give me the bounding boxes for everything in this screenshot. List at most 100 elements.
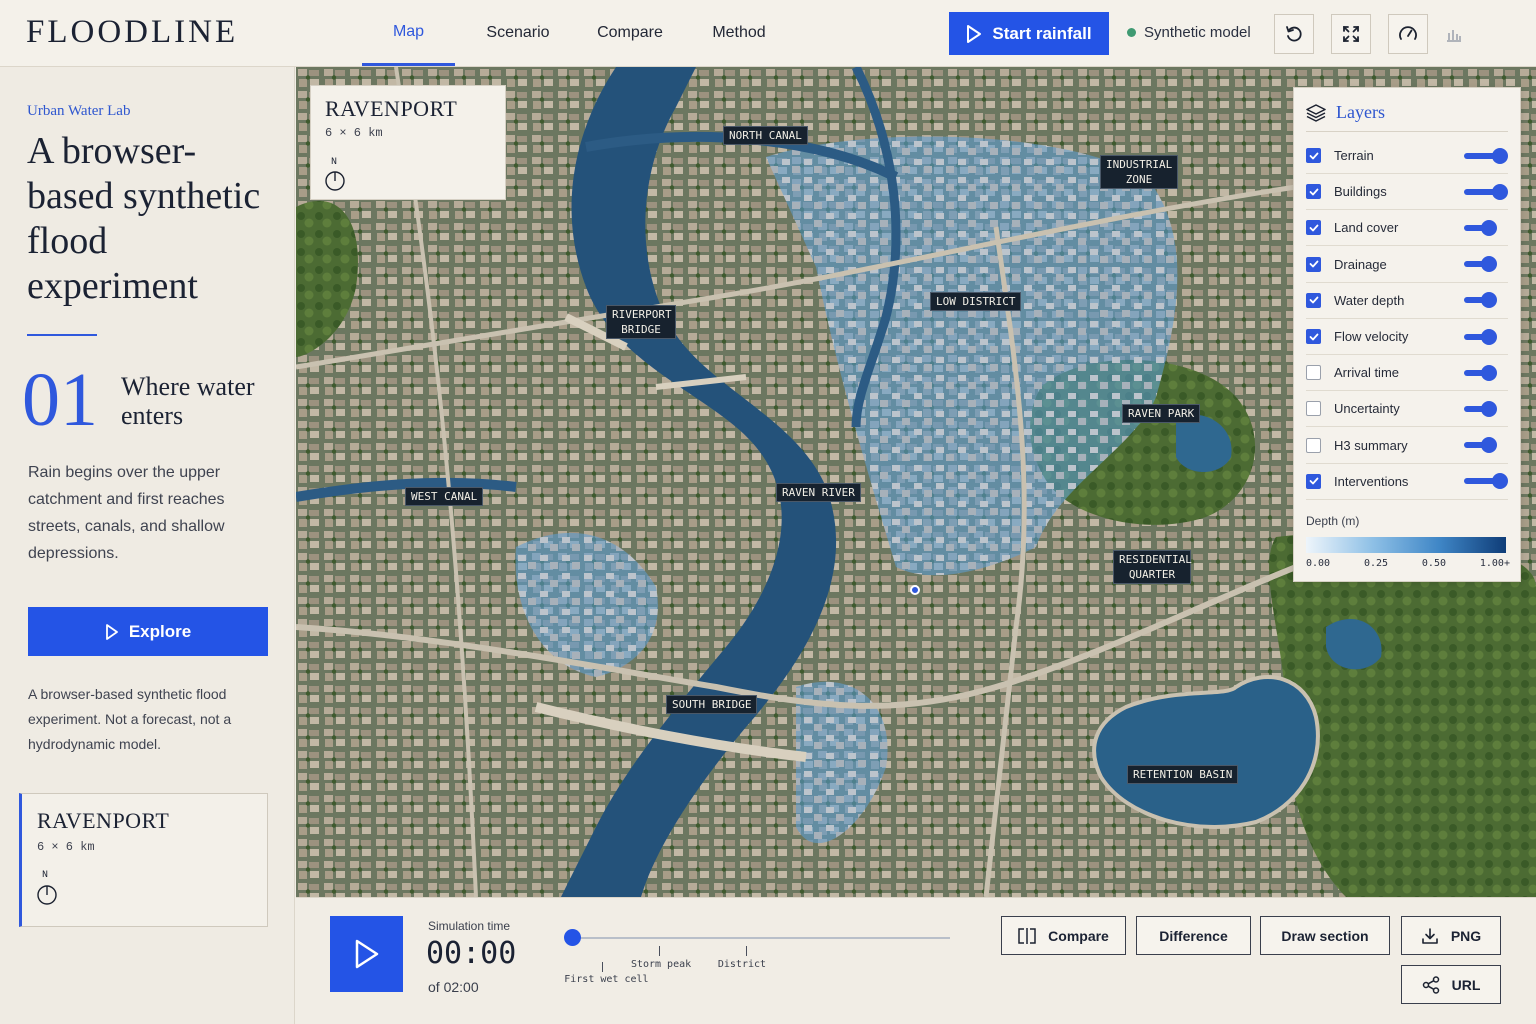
share-url-button[interactable]: URL: [1401, 965, 1501, 1004]
start-rainfall-button[interactable]: Start rainfall: [949, 12, 1109, 55]
map-north-label: N: [331, 157, 338, 168]
model-status: Synthetic model: [1127, 24, 1251, 41]
play-button[interactable]: [330, 916, 403, 992]
layer-checkbox[interactable]: [1306, 256, 1321, 272]
slider-handle[interactable]: [1492, 183, 1508, 200]
gauge-icon: [1399, 26, 1417, 40]
layer-row-land-cover[interactable]: Land cover: [1306, 210, 1508, 247]
step-description: Rain begins over the upper catchment and…: [28, 464, 225, 562]
layer-opacity-slider[interactable]: [1464, 218, 1508, 238]
slider-handle[interactable]: [1480, 292, 1497, 309]
layer-checkbox[interactable]: [1306, 184, 1321, 200]
check-icon: [1309, 152, 1318, 159]
compare-icon: [1018, 927, 1036, 944]
layers-panel: Layers Terrain Buildings Land cover Drainag…: [1293, 87, 1521, 582]
tab-map[interactable]: Map: [362, 0, 455, 66]
layer-checkbox[interactable]: [1306, 365, 1321, 381]
map-location-card[interactable]: RAVENPORT 6 × 6 km N: [310, 85, 506, 200]
reset-button[interactable]: [1274, 14, 1314, 54]
layer-row-h3-summary[interactable]: H3 summary: [1306, 428, 1508, 464]
slider-handle[interactable]: [1480, 364, 1497, 381]
layer-row-interventions[interactable]: Interventions: [1306, 464, 1508, 500]
layer-label: Uncertainty: [1334, 401, 1400, 417]
compass-icon: [325, 171, 345, 191]
layer-opacity-slider[interactable]: [1464, 399, 1508, 419]
layer-checkbox[interactable]: [1306, 473, 1321, 489]
layer-row-buildings[interactable]: Buildings: [1306, 174, 1508, 211]
layer-row-arrival-time[interactable]: Arrival time: [1306, 355, 1508, 392]
map-label-low-district[interactable]: LOW DISTRICT: [930, 292, 1022, 311]
layers-divider: [1306, 131, 1508, 132]
map-label-raven-park[interactable]: RAVEN PARK: [1122, 404, 1201, 423]
layer-row-uncertainty[interactable]: Uncertainty: [1306, 391, 1508, 428]
difference-button[interactable]: Difference: [1136, 916, 1251, 955]
layer-opacity-slider[interactable]: [1464, 435, 1508, 455]
layer-row-terrain[interactable]: Terrain: [1306, 138, 1508, 174]
main-nav: Map Scenario Compare Method: [362, 0, 799, 66]
layer-checkbox[interactable]: [1306, 437, 1321, 453]
timeline-marker-tick: [602, 962, 604, 972]
timeline-handle[interactable]: [564, 929, 581, 946]
layer-checkbox[interactable]: [1306, 148, 1321, 163]
map-label-west-canal[interactable]: WEST CANAL: [405, 487, 484, 506]
map-label-south-bridge[interactable]: SOUTH BRIDGE: [666, 695, 758, 714]
map-marker[interactable]: [910, 585, 920, 595]
timeline-track[interactable]: [572, 937, 950, 939]
story-sidebar: Urban Water Lab A browser-based syntheti…: [0, 67, 295, 1024]
layer-checkbox[interactable]: [1306, 292, 1321, 308]
slider-handle[interactable]: [1480, 400, 1497, 417]
slider-handle[interactable]: [1480, 328, 1497, 345]
draw-section-button[interactable]: Draw section: [1260, 916, 1390, 955]
layer-row-flow-velocity[interactable]: Flow velocity: [1306, 319, 1508, 355]
layer-opacity-slider[interactable]: [1464, 254, 1508, 274]
map-label-retention-basin[interactable]: RETENTION BASIN: [1127, 765, 1239, 784]
map-label-industrial-zone[interactable]: INDUSTRIAL ZONE: [1100, 155, 1178, 189]
slider-handle[interactable]: [1492, 147, 1508, 164]
app-logo: FLOODLINE: [26, 14, 239, 50]
share-icon: [1422, 975, 1439, 994]
layer-opacity-slider[interactable]: [1464, 363, 1508, 383]
compare-button[interactable]: Compare: [1001, 916, 1126, 955]
map-label-riverport-bridge[interactable]: RIVERPORT BRIDGE: [606, 305, 676, 339]
layer-row-drainage[interactable]: Drainage: [1306, 247, 1508, 283]
legend-tick: 0.50: [1421, 558, 1446, 569]
location-card[interactable]: RAVENPORT 6 × 6 km N: [19, 793, 268, 927]
slider-handle[interactable]: [1492, 473, 1508, 490]
stats-button[interactable]: [1442, 22, 1466, 46]
compass-icon: [37, 885, 57, 905]
layer-row-water-depth[interactable]: Water depth: [1306, 283, 1508, 319]
layer-checkbox[interactable]: [1306, 220, 1321, 236]
timeline-marker-label: Storm peak: [630, 959, 692, 970]
layer-opacity-slider[interactable]: [1464, 290, 1508, 310]
layer-checkbox[interactable]: [1306, 401, 1321, 417]
fullscreen-icon: [1343, 26, 1359, 42]
gauge-button[interactable]: [1388, 14, 1428, 54]
map-label-raven-river[interactable]: RAVEN RIVER: [776, 483, 861, 502]
flood-map[interactable]: RAVENPORT 6 × 6 km N NORTH CANAL INDUSTR…: [296, 67, 1536, 897]
layer-label: Terrain: [1334, 148, 1374, 163]
tab-label: Compare: [597, 24, 663, 41]
map-label-north-canal[interactable]: NORTH CANAL: [723, 126, 808, 145]
layer-opacity-slider[interactable]: [1464, 146, 1508, 166]
tab-method[interactable]: Method: [679, 0, 799, 66]
layer-checkbox[interactable]: [1306, 329, 1321, 344]
layer-opacity-slider[interactable]: [1464, 471, 1508, 491]
layer-opacity-slider[interactable]: [1464, 182, 1508, 202]
slider-handle[interactable]: [1480, 256, 1497, 273]
map-label-residential-quarter[interactable]: RESIDENTIAL QUARTER: [1113, 550, 1192, 584]
top-bar: FLOODLINE Map Scenario Compare Method St…: [0, 0, 1536, 67]
timeline-marker-label: District: [717, 959, 767, 970]
legend-tick: 1.00+: [1479, 558, 1510, 569]
layer-label: Land cover: [1334, 220, 1399, 236]
tab-compare[interactable]: Compare: [581, 0, 679, 66]
fullscreen-button[interactable]: [1331, 14, 1371, 54]
kicker-text: Urban Water Lab: [27, 103, 131, 119]
timeline-marker-tick: [745, 946, 747, 956]
layer-opacity-slider[interactable]: [1464, 327, 1508, 347]
png-export-button[interactable]: PNG: [1401, 916, 1501, 955]
slider-handle[interactable]: [1480, 437, 1497, 454]
tab-scenario[interactable]: Scenario: [455, 0, 581, 66]
reset-icon: [1286, 26, 1302, 42]
slider-handle[interactable]: [1480, 219, 1497, 236]
explore-button[interactable]: Explore: [28, 607, 268, 656]
